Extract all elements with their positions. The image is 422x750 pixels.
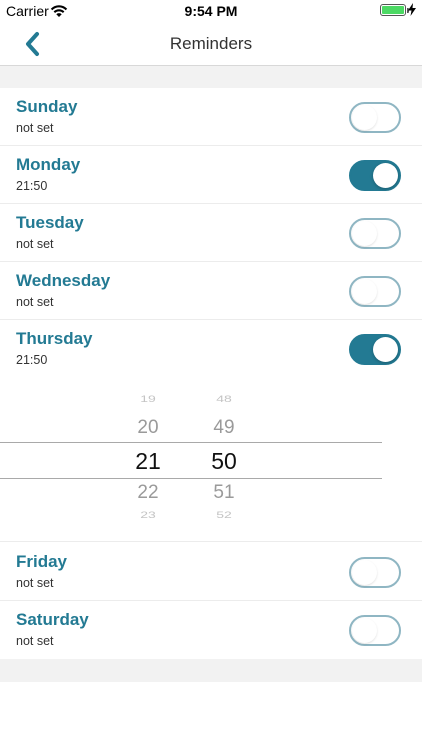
day-time: not set — [16, 237, 54, 251]
day-row-wednesday[interactable]: Wednesday not set — [0, 262, 422, 320]
day-name: Saturday — [16, 610, 89, 629]
hour-option: 22 — [137, 482, 159, 503]
toggle-wednesday[interactable] — [349, 276, 401, 307]
minute-option: 52 — [216, 509, 232, 521]
page-title: Reminders — [169, 34, 253, 53]
day-time: 21:50 — [16, 179, 48, 193]
day-row-sunday[interactable]: Sunday not set — [0, 88, 422, 146]
day-time: not set — [16, 576, 54, 590]
day-list-upper: Sunday not set Monday 21:50 Tuesday not … — [0, 88, 422, 378]
day-name: Sunday — [16, 97, 78, 116]
hour-option-selected: 21 — [135, 448, 161, 474]
status-time: 9:54 PM — [184, 3, 238, 19]
navigation-bar: Reminders — [0, 22, 422, 66]
minute-option-selected: 50 — [211, 448, 237, 474]
picker-selection-line-bottom — [0, 478, 382, 479]
battery-icon — [380, 4, 409, 16]
day-name: Monday — [16, 155, 81, 174]
day-time: not set — [16, 634, 54, 648]
toggle-monday[interactable] — [349, 160, 401, 191]
hour-wheel[interactable]: 19 20 21 22 23 — [118, 379, 178, 541]
hour-option: 20 — [137, 417, 159, 438]
charging-bolt-icon — [408, 3, 416, 16]
minute-option: 51 — [213, 482, 235, 503]
day-name: Friday — [16, 552, 68, 571]
day-row-tuesday[interactable]: Tuesday not set — [0, 204, 422, 262]
section-gap-bottom — [0, 659, 422, 682]
day-row-monday[interactable]: Monday 21:50 — [0, 146, 422, 204]
hour-option: 19 — [140, 393, 156, 405]
day-list-lower: Friday not set Saturday not set — [0, 543, 422, 659]
time-picker: 19 20 21 22 23 48 49 50 51 52 — [0, 379, 422, 542]
hour-option: 23 — [140, 509, 156, 521]
day-row-saturday[interactable]: Saturday not set — [0, 601, 422, 659]
day-time: not set — [16, 121, 54, 135]
status-bar: Carrier 9:54 PM — [0, 0, 422, 22]
day-time: not set — [16, 295, 54, 309]
section-gap-top — [0, 66, 422, 88]
minute-option: 49 — [213, 417, 235, 438]
day-name: Tuesday — [16, 213, 84, 232]
toggle-tuesday[interactable] — [349, 218, 401, 249]
toggle-thursday[interactable] — [349, 334, 401, 365]
day-name: Thursday — [16, 329, 93, 348]
day-row-thursday[interactable]: Thursday 21:50 — [0, 320, 422, 378]
day-row-friday[interactable]: Friday not set — [0, 543, 422, 601]
day-time: 21:50 — [16, 353, 48, 367]
reminders-screen: Carrier 9:54 PM Reminders Sunday not set — [0, 0, 422, 750]
toggle-friday[interactable] — [349, 557, 401, 588]
minute-wheel[interactable]: 48 49 50 51 52 — [194, 379, 254, 541]
day-name: Wednesday — [16, 271, 111, 290]
toggle-sunday[interactable] — [349, 102, 401, 133]
minute-option: 48 — [216, 393, 232, 405]
picker-selection-line-top — [0, 442, 382, 443]
toggle-saturday[interactable] — [349, 615, 401, 646]
